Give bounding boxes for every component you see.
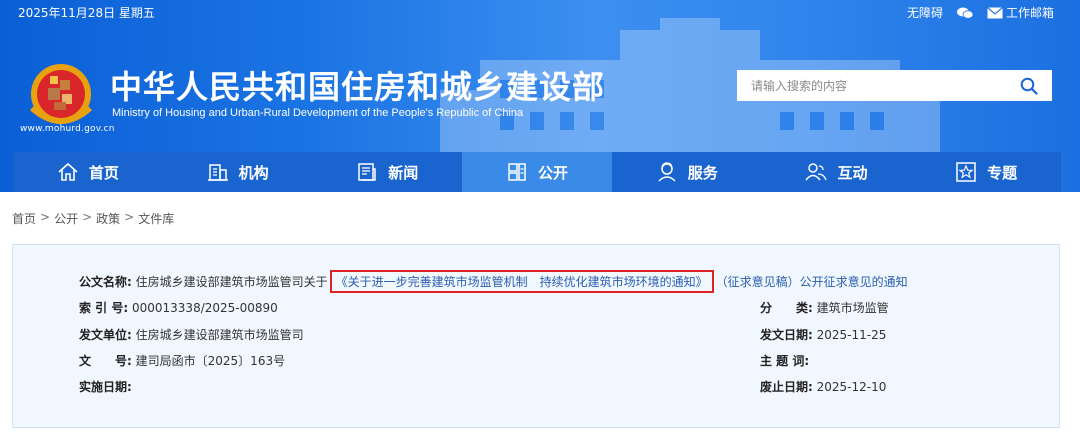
site-title: 中华人民共和国住房和城乡建设部 bbox=[110, 68, 606, 106]
nav-item-service[interactable]: 服务 bbox=[612, 152, 762, 192]
document-title-suffix: （征求意见稿）公开征求意见的通知 bbox=[715, 275, 908, 289]
expiry-date-row: 废止日期: 2025-12-10 bbox=[760, 378, 886, 395]
breadcrumb: 首页 > 公开 > 政策 > 文件库 bbox=[12, 210, 174, 227]
nav-item-home[interactable]: 首页 bbox=[13, 152, 163, 192]
breadcrumb-policy[interactable]: 政策 bbox=[96, 210, 120, 227]
search-icon bbox=[1020, 77, 1038, 95]
document-title-label: 公文名称: bbox=[79, 275, 132, 289]
nav-item-news[interactable]: 新闻 bbox=[312, 152, 462, 192]
nav-item-topic[interactable]: 专题 bbox=[911, 152, 1061, 192]
news-icon bbox=[358, 163, 377, 181]
nav-label: 公开 bbox=[538, 163, 569, 182]
subject-label: 主 题 词: bbox=[760, 354, 810, 368]
wechat-link[interactable] bbox=[956, 7, 973, 19]
index-number-label: 索 引 号: bbox=[79, 301, 129, 315]
site-header: 2025年11月28日 星期五 无障碍 工作邮箱 www.mohurd.gov.… bbox=[0, 0, 1080, 192]
breadcrumb-separator: > bbox=[124, 210, 135, 224]
issuer-row: 发文单位: 住房城乡建设部建筑市场监管司 bbox=[79, 326, 304, 343]
building-icon bbox=[207, 164, 228, 181]
issue-date-label: 发文日期: bbox=[760, 328, 813, 342]
work-mail-link[interactable]: 工作邮箱 bbox=[987, 4, 1054, 21]
search-input[interactable] bbox=[737, 70, 1007, 101]
expiry-date-label: 废止日期: bbox=[760, 380, 813, 394]
site-subtitle: Ministry of Housing and Urban-Rural Deve… bbox=[112, 107, 524, 119]
logo-url-text: www.mohurd.gov.cn bbox=[20, 124, 115, 134]
document-number-label: 文 号: bbox=[79, 354, 132, 368]
breadcrumb-disclosure[interactable]: 公开 bbox=[54, 210, 78, 227]
wechat-icon bbox=[956, 7, 973, 19]
breadcrumb-separator: > bbox=[82, 210, 93, 224]
nav-label: 服务 bbox=[687, 163, 718, 182]
nav-item-organization[interactable]: 机构 bbox=[163, 152, 313, 192]
nav-item-disclosure[interactable]: 公开 bbox=[462, 152, 612, 192]
interact-icon bbox=[805, 163, 828, 181]
category-row: 分 类: 建筑市场监管 bbox=[760, 299, 889, 316]
work-mail-label: 工作邮箱 bbox=[1005, 6, 1054, 20]
topic-icon bbox=[956, 162, 976, 182]
issue-date-row: 发文日期: 2025-11-25 bbox=[760, 326, 886, 343]
effective-date-label: 实施日期: bbox=[79, 380, 132, 394]
service-icon bbox=[658, 162, 676, 182]
expiry-date-value: 2025-12-10 bbox=[816, 380, 887, 394]
document-title-highlight: 《关于进一步完善建筑市场监管机制 持续优化建筑市场环境的通知》 bbox=[329, 270, 714, 293]
accessibility-link[interactable]: 无障碍 bbox=[907, 4, 943, 21]
top-links: 无障碍 工作邮箱 bbox=[893, 4, 1054, 21]
issue-date-value: 2025-11-25 bbox=[816, 328, 887, 342]
category-label: 分 类: bbox=[760, 301, 813, 315]
nav-label: 机构 bbox=[238, 163, 269, 182]
disclosure-icon bbox=[508, 163, 526, 181]
breadcrumb-separator: > bbox=[40, 210, 51, 224]
nav-label: 互动 bbox=[837, 163, 868, 182]
nav-label: 首页 bbox=[88, 163, 119, 182]
document-info-panel: 公文名称: 住房城乡建设部建筑市场监管司关于 《关于进一步完善建筑市场监管机制 持… bbox=[12, 244, 1060, 428]
search-bar bbox=[737, 70, 1052, 101]
index-number-row: 索 引 号: 000013338/2025-00890 bbox=[79, 299, 278, 316]
index-number-value: 000013338/2025-00890 bbox=[131, 301, 278, 315]
document-number-value: 建司局函市〔2025〕163号 bbox=[135, 354, 286, 368]
search-button[interactable] bbox=[1007, 70, 1051, 101]
effective-date-row: 实施日期: bbox=[79, 378, 132, 395]
document-title-row: 公文名称: 住房城乡建设部建筑市场监管司关于 《关于进一步完善建筑市场监管机制 持… bbox=[79, 270, 908, 293]
current-date: 2025年11月28日 星期五 bbox=[18, 6, 155, 20]
home-icon bbox=[58, 162, 78, 181]
category-value: 建筑市场监管 bbox=[816, 301, 889, 315]
issuer-label: 发文单位: bbox=[79, 328, 132, 342]
subject-row: 主 题 词: bbox=[760, 352, 809, 369]
issuer-value: 住房城乡建设部建筑市场监管司 bbox=[135, 328, 304, 342]
nav-label: 新闻 bbox=[388, 163, 419, 182]
main-nav: 首页 机构 新闻 公开 服务 互动 专题 bbox=[13, 152, 1061, 192]
document-number-row: 文 号: 建司局函市〔2025〕163号 bbox=[79, 352, 285, 369]
nav-label: 专题 bbox=[987, 163, 1018, 182]
breadcrumb-library[interactable]: 文件库 bbox=[138, 210, 174, 227]
document-title-prefix: 住房城乡建设部建筑市场监管司关于 bbox=[135, 275, 328, 289]
breadcrumb-home[interactable]: 首页 bbox=[12, 210, 36, 227]
top-bar: 2025年11月28日 星期五 无障碍 工作邮箱 bbox=[0, 0, 1080, 24]
nav-item-interact[interactable]: 互动 bbox=[762, 152, 912, 192]
mail-icon bbox=[987, 6, 1003, 18]
